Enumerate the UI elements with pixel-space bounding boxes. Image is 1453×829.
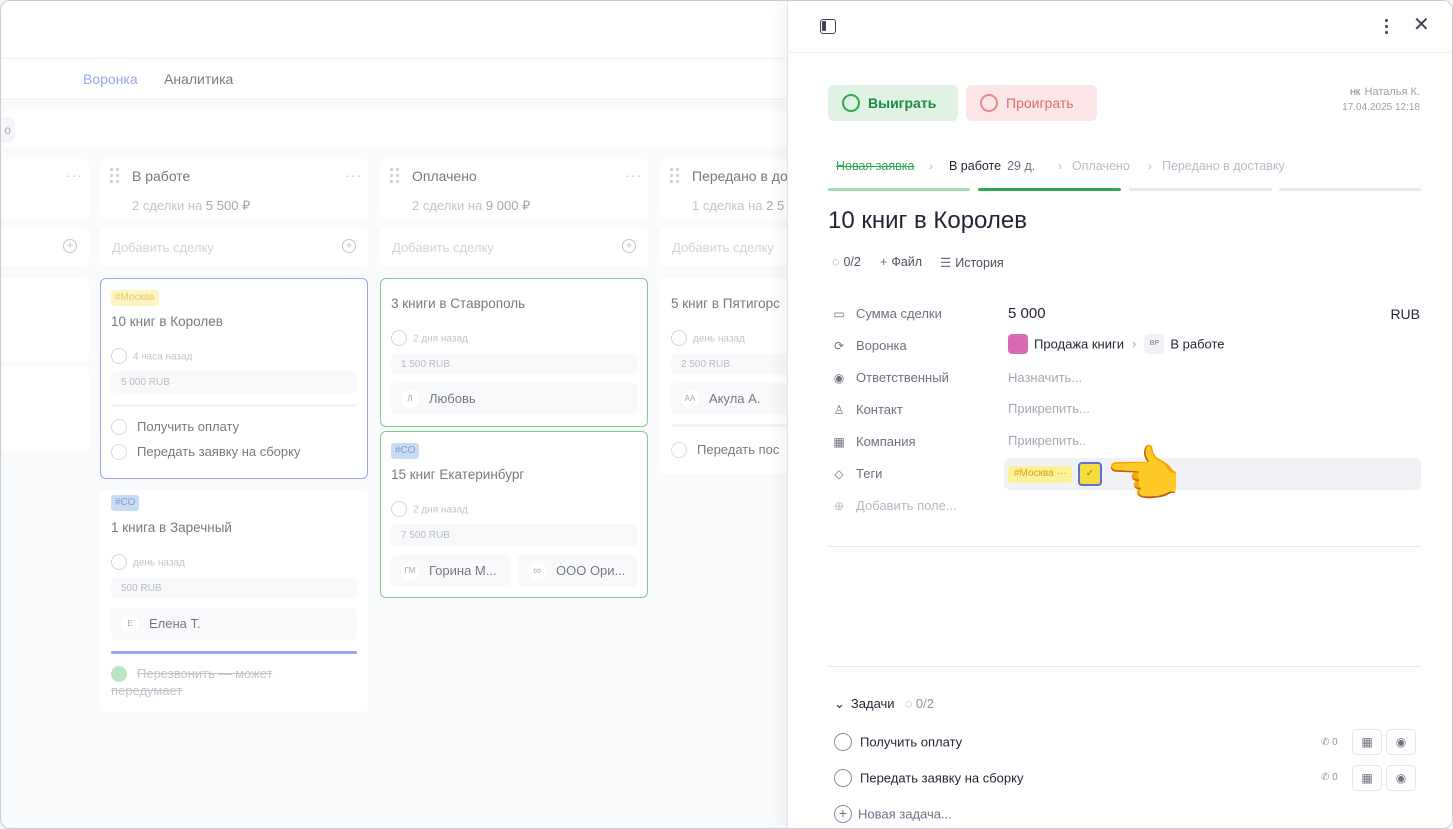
stage-bar-done [828,188,970,191]
field-amount-value[interactable]: 5 000 [1008,305,1046,322]
plus-circle-icon: + [834,805,852,823]
refresh-icon: ⟳ [833,339,845,353]
chevron-right-icon: › [929,159,933,173]
tasks-count: ◌ 0/2 [904,696,934,711]
task-calls-count: 0 [1332,737,1338,748]
stage-new[interactable]: Новая заявка [836,159,914,173]
win-button[interactable]: Выиграть [828,85,958,121]
calendar-icon[interactable]: ▦ [1352,729,1382,755]
stage-delivery[interactable]: Передано в доставку [1162,159,1285,173]
assignee-icon[interactable]: ◉ [1386,765,1416,791]
panel-header: ✕ [788,1,1452,53]
progress-ring-icon: ◌ [832,255,840,269]
lose-label: Проиграть [1006,95,1074,111]
task-item[interactable]: Передать заявку на сборку [834,769,1024,788]
divider [828,546,1421,547]
modal-backdrop[interactable] [1,1,791,828]
funnel-name: Продажа книги [1034,336,1125,352]
user-circle-icon: ◉ [833,371,845,385]
stage-initials: ВР [1144,334,1165,354]
chevron-right-icon: › [1148,159,1152,173]
task-calls: ✆ 0 [1321,737,1338,748]
stage-bar-next [1129,188,1272,191]
field-company-value[interactable]: Прикрепить.. [1008,433,1086,448]
stage-bar-next [1279,188,1421,191]
add-file-label: Файл [891,255,923,269]
stage-duration: 29 д. [1007,159,1036,173]
stage-progress: Новая заявка › В работе 29 д. › Оплачено … [828,159,1421,195]
circle-icon [842,94,860,112]
deal-title[interactable]: 10 книг в Королев [828,207,1027,235]
building-icon: ▦ [833,435,845,449]
app-window: Воронка Аналитика о ··· + В работе ··· 2… [0,0,1453,829]
field-contact-label: Контакт [856,402,903,417]
circle-icon [980,94,998,112]
stage-in-work[interactable]: В работе 29 д. [949,159,1035,173]
tag-more-icon[interactable]: ··· [1056,468,1066,479]
task-progress-value: 0/2 [843,255,861,269]
field-responsible-value[interactable]: Назначить... [1008,370,1082,385]
tag-color-picker-button[interactable]: ✓ [1078,462,1102,486]
card-icon: ▭ [833,307,845,321]
field-funnel-value[interactable]: Продажа книги › ВР В работе [1008,334,1225,355]
lose-button[interactable]: Проиграть [966,85,1097,121]
tag-chip-label: #Москва [1014,468,1054,479]
tasks-section-header[interactable]: ⌄ Задачи ◌ 0/2 [834,696,934,712]
field-contact-value[interactable]: Прикрепить... [1008,401,1090,416]
pointing-hand-icon: 👈 [1104,441,1182,510]
author-date: 17.04.2025 12:18 [1342,102,1420,113]
field-company-label: Компания [856,434,916,449]
sidebar-toggle-icon[interactable] [820,19,836,34]
pipeline-icon [1008,334,1028,354]
task-label: Передать заявку на сборку [860,770,1024,786]
history-label: История [955,256,1004,270]
field-tags-label: Теги [856,466,883,481]
tasks-title: Задачи [850,696,895,711]
task-calls: ✆ 0 [1321,772,1338,783]
new-task-button[interactable]: + Новая задача... [834,805,952,824]
deal-panel: ✕ Выиграть Проиграть НК Наталья К. 17.04.… [787,1,1452,828]
divider [828,666,1421,667]
chevron-down-icon: ⌄ [834,696,845,711]
plus-icon: + [880,255,888,269]
currency-select[interactable]: RUB [1390,306,1420,322]
field-funnel-label: Воронка [856,338,907,353]
field-responsible-label: Ответственный [856,370,949,385]
field-amount-label: Сумма сделки [856,306,942,321]
plus-circle-icon: ⊕ [833,499,845,513]
stage-label: В работе [949,159,1002,173]
author-initials: НК [1350,88,1361,97]
task-label: Получить оплату [860,734,963,750]
task-progress[interactable]: ◌ 0/2 [832,255,861,269]
history-button[interactable]: ☰ История [940,255,1004,270]
close-icon[interactable]: ✕ [1413,15,1430,35]
calendar-icon[interactable]: ▦ [1352,765,1382,791]
tasks-count-value: 0/2 [915,696,934,711]
tag-chip[interactable]: #Москва ··· [1008,466,1073,483]
task-checkbox-icon[interactable] [834,733,852,751]
add-field-button[interactable]: Добавить поле... [856,498,957,513]
win-label: Выиграть [868,95,937,111]
assignee-icon[interactable]: ◉ [1386,729,1416,755]
task-checkbox-icon[interactable] [834,769,852,787]
stage-bar-current [978,188,1121,191]
task-item[interactable]: Получить оплату [834,733,963,752]
author-info: НК Наталья К. 17.04.2025 12:18 [1342,86,1420,113]
task-calls-count: 0 [1332,772,1338,783]
chevron-right-icon: › [1132,336,1137,352]
stage-paid[interactable]: Оплачено [1072,159,1130,173]
list-icon: ☰ [940,256,952,270]
new-task-label: Новая задача... [858,806,952,822]
add-file-button[interactable]: + Файл [880,255,922,269]
tag-icon: ◇ [834,467,844,481]
author-name[interactable]: Наталья К. [1365,86,1420,98]
tags-input[interactable]: #Москва ··· ✓ [1004,458,1421,490]
stage-name: В работе [1170,336,1225,352]
person-icon: ♙ [833,403,845,417]
chevron-right-icon: › [1058,159,1062,173]
more-options-icon[interactable] [1381,17,1393,37]
